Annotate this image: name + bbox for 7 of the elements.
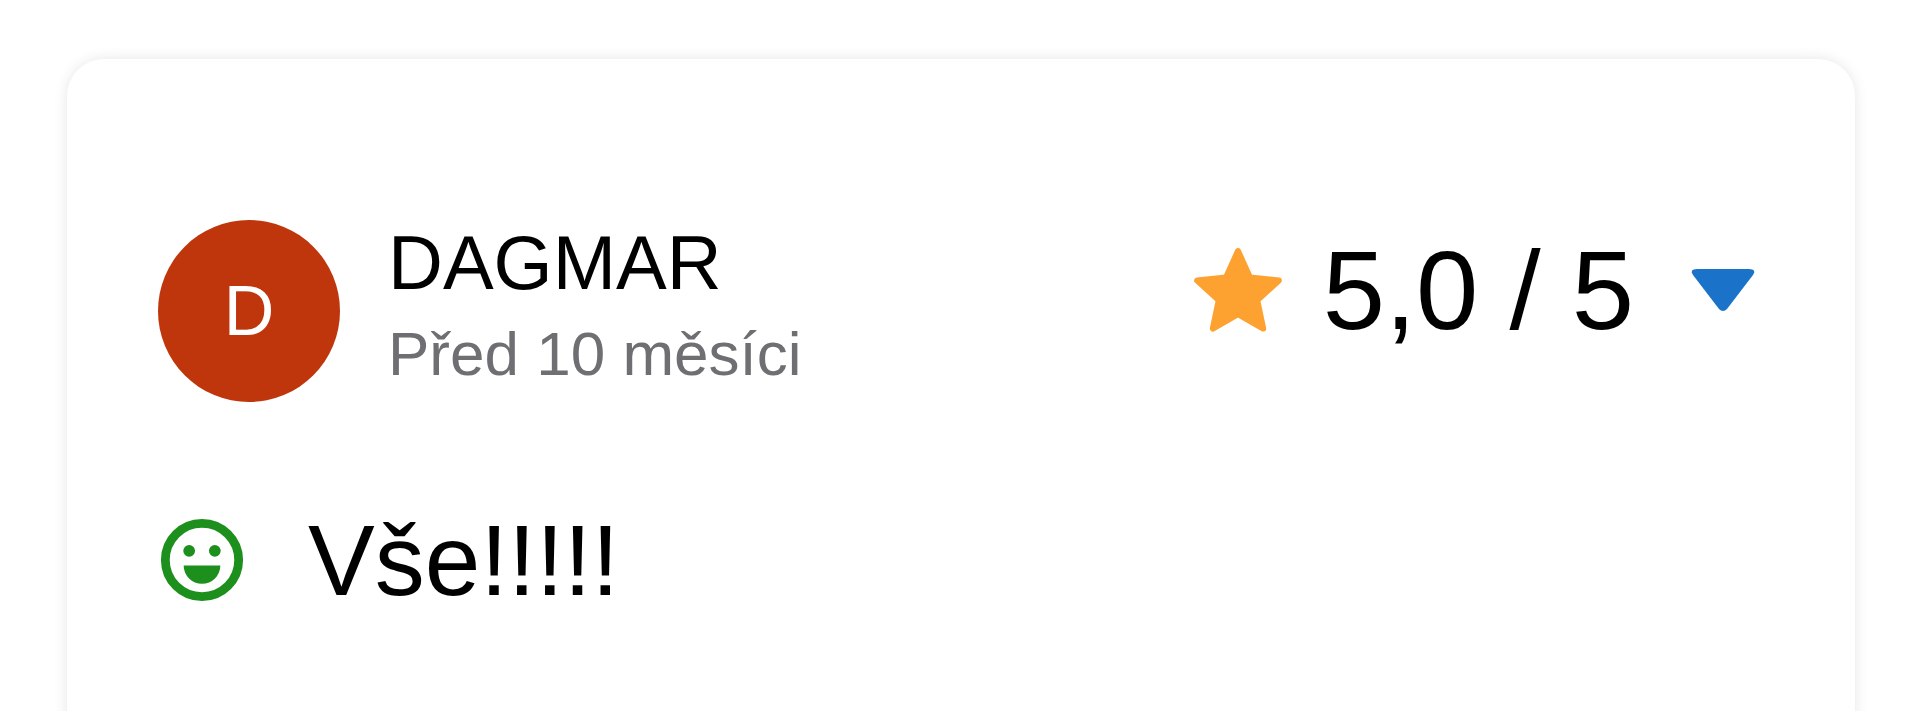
review-time: Před 10 měsíci	[388, 318, 802, 390]
smiley-icon	[158, 516, 246, 604]
rating-value: 5,0 / 5	[1322, 235, 1634, 347]
avatar: D	[158, 220, 340, 402]
caret-icon[interactable]	[1689, 269, 1757, 313]
author-name: DAGMAR	[388, 219, 723, 307]
review-comment: Vše!!!!!	[308, 510, 620, 610]
